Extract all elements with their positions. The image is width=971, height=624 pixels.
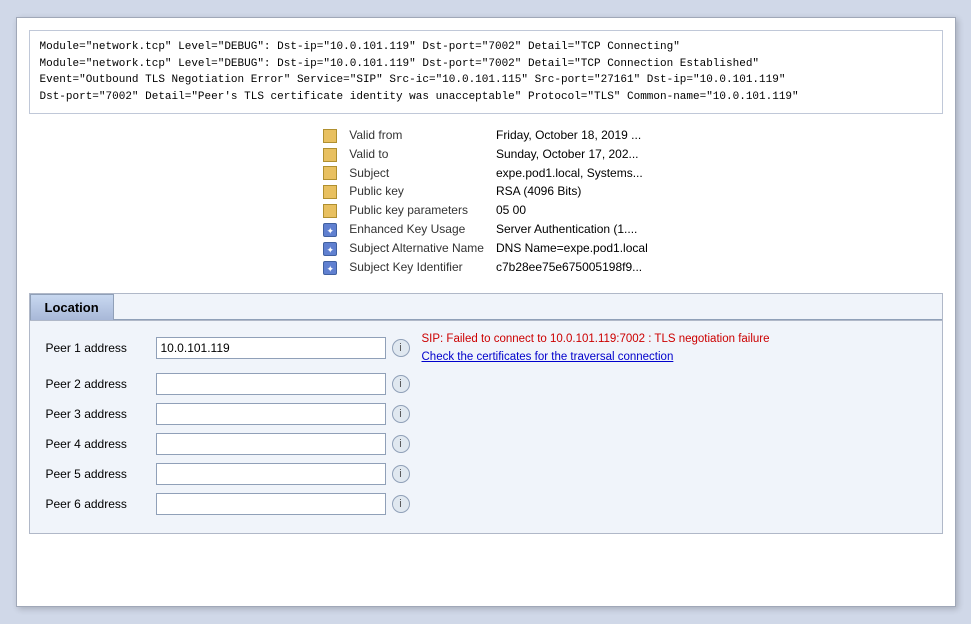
cert-value: Friday, October 18, 2019 ... [490,126,654,145]
cert-value: DNS Name=expe.pod1.local [490,239,654,258]
peer-2-info-button[interactable]: i [392,375,410,393]
cert-value: Server Authentication (1.... [490,220,654,239]
cert-row: Valid toSunday, October 17, 202... [317,145,654,164]
cert-square-icon [323,166,337,180]
error-text: SIP: Failed to connect to 10.0.101.119:7… [422,333,770,345]
location-tab[interactable]: Location [30,294,114,320]
cert-label: Public key parameters [343,201,490,220]
log-line-1: Module="network.tcp" Level="DEBUG": Dst-… [40,39,932,56]
peer-1-info-button[interactable]: i [392,339,410,357]
peer-2-input[interactable] [156,373,386,395]
cert-row: ✦ Subject Key Identifierc7b28ee75e6750051… [317,258,654,277]
cert-square-icon [323,129,337,143]
peer-6-input[interactable] [156,493,386,515]
peer-label: Peer 6 address [46,497,156,511]
peer-row: Peer 1 address i SIP: Failed to connect to… [46,331,926,365]
main-container: Module="network.tcp" Level="DEBUG": Dst-… [16,17,956,607]
cert-row: Subjectexpe.pod1.local, Systems... [317,164,654,183]
cert-value: RSA (4096 Bits) [490,182,654,201]
cert-row: Valid fromFriday, October 18, 2019 ... [317,126,654,145]
cert-value: 05 00 [490,201,654,220]
header-spacer [114,294,942,320]
cert-row: Public key parameters05 00 [317,201,654,220]
peer-label: Peer 3 address [46,407,156,421]
cert-square-icon [323,148,337,162]
cert-square-icon [323,185,337,199]
cert-badge-icon: ✦ [323,261,337,275]
cert-value: Sunday, October 17, 202... [490,145,654,164]
peer-3-input[interactable] [156,403,386,425]
cert-badge-icon: ✦ [323,242,337,256]
cert-label: Subject Alternative Name [343,239,490,258]
peer-3-info-button[interactable]: i [392,405,410,423]
cert-row: ✦ Subject Alternative NameDNS Name=expe.p… [317,239,654,258]
log-line-4: Dst-port="7002" Detail="Peer's TLS certi… [40,89,932,106]
peer-row: Peer 3 address i [46,403,926,425]
cert-label: Public key [343,182,490,201]
cert-label: Valid to [343,145,490,164]
cert-row: Public keyRSA (4096 Bits) [317,182,654,201]
cert-label: Subject [343,164,490,183]
peer-5-info-button[interactable]: i [392,465,410,483]
cert-row: ✦ Enhanced Key UsageServer Authentication… [317,220,654,239]
log-section: Module="network.tcp" Level="DEBUG": Dst-… [29,30,943,114]
peer-error-message: SIP: Failed to connect to 10.0.101.119:7… [422,331,770,365]
log-line-2: Module="network.tcp" Level="DEBUG": Dst-… [40,56,932,73]
peer-4-input[interactable] [156,433,386,455]
peer-label: Peer 4 address [46,437,156,451]
peer-label: Peer 5 address [46,467,156,481]
error-link[interactable]: Check the certificates for the traversal… [422,349,770,365]
peer-row: Peer 2 address i [46,373,926,395]
peer-row: Peer 4 address i [46,433,926,455]
peer-row: Peer 6 address i [46,493,926,515]
peer-1-input[interactable] [156,337,386,359]
cert-badge-icon: ✦ [323,223,337,237]
log-line-3: Event="Outbound TLS Negotiation Error" S… [40,72,932,89]
cert-label: Subject Key Identifier [343,258,490,277]
cert-value: c7b28ee75e675005198f9... [490,258,654,277]
peer-label: Peer 2 address [46,377,156,391]
peer-5-input[interactable] [156,463,386,485]
location-header-bar: Location [30,294,942,321]
peer-row: Peer 5 address i [46,463,926,485]
peer-form: Peer 1 address i SIP: Failed to connect to… [30,321,942,533]
cert-table: Valid fromFriday, October 18, 2019 ...Va… [317,126,654,277]
cert-label: Enhanced Key Usage [343,220,490,239]
peer-6-info-button[interactable]: i [392,495,410,513]
peer-label: Peer 1 address [46,341,156,355]
cert-square-icon [323,204,337,218]
cert-label: Valid from [343,126,490,145]
cert-value: expe.pod1.local, Systems... [490,164,654,183]
location-section: Location Peer 1 address i SIP: Failed to c… [29,293,943,534]
peer-4-info-button[interactable]: i [392,435,410,453]
